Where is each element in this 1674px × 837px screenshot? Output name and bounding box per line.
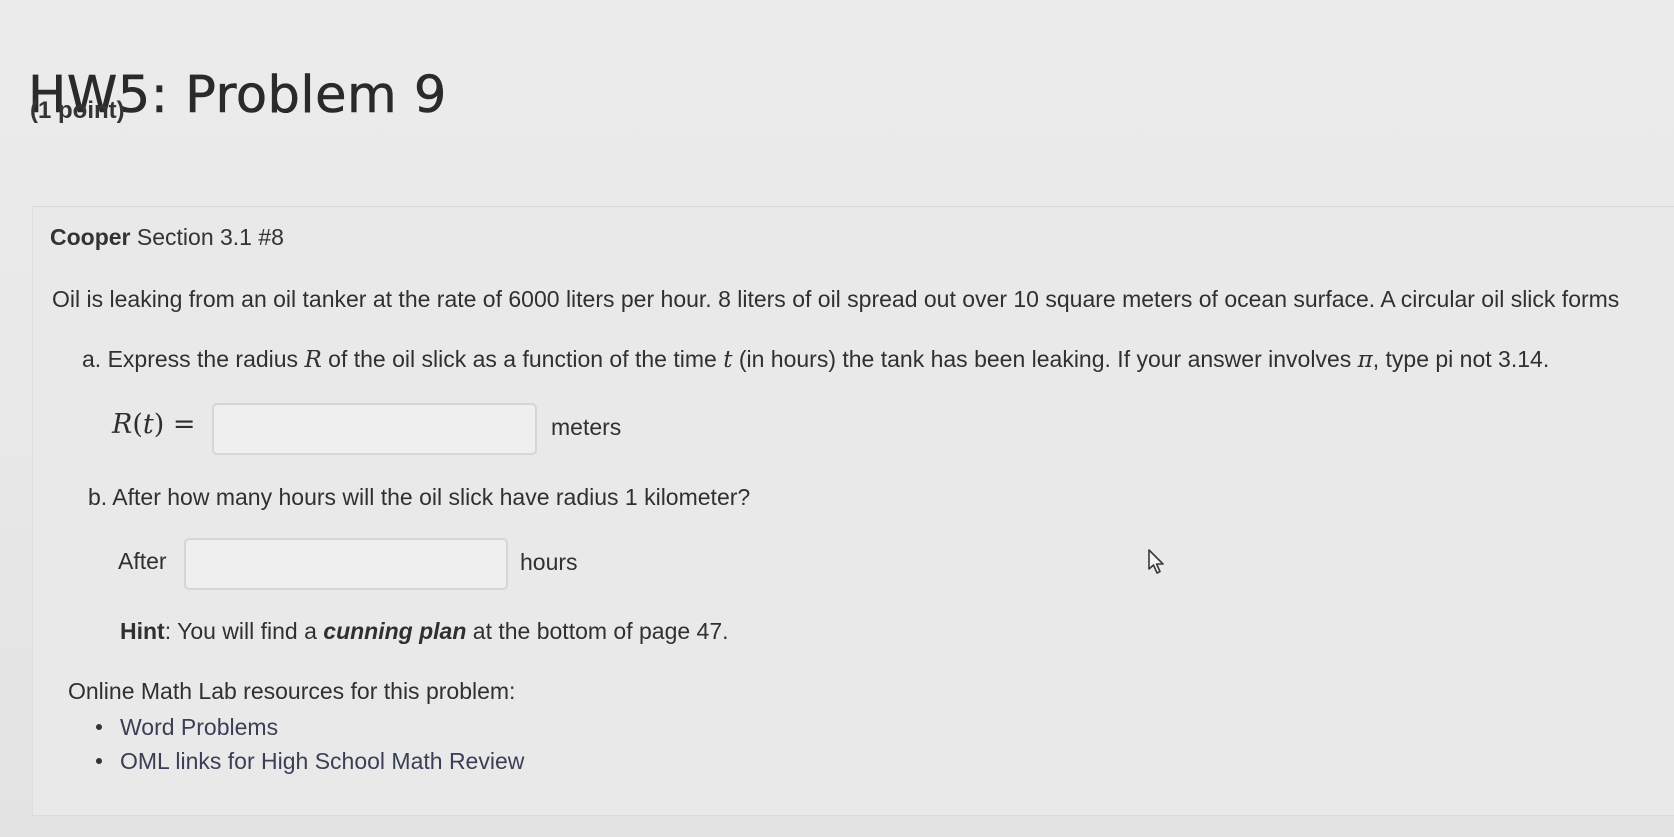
- mouse-pointer-icon: [1148, 549, 1164, 574]
- source-section: Section 3.1 #8: [130, 224, 284, 250]
- source-author: Cooper: [50, 224, 131, 250]
- radius-function-label: R(t) =: [112, 409, 196, 440]
- unit-hours: hours: [520, 549, 578, 575]
- link-oml-high-school-review[interactable]: OML links for High School Math Review: [120, 748, 524, 775]
- hours-answer-input[interactable]: [184, 538, 508, 590]
- hint-text: Hint: You will find a cunning plan at th…: [120, 618, 729, 645]
- list-item: Word Problems: [92, 710, 524, 744]
- link-word-problems[interactable]: Word Problems: [120, 714, 278, 741]
- unit-meters: meters: [551, 414, 622, 440]
- pi-symbol: π: [1357, 347, 1373, 373]
- hint-label: Hint: [120, 618, 165, 644]
- bullet-icon: [96, 758, 102, 764]
- after-label: After: [118, 548, 167, 574]
- resources-intro: Online Math Lab resources for this probl…: [68, 678, 516, 704]
- hint-emphasis: cunning plan: [323, 618, 467, 644]
- radius-answer-input[interactable]: [212, 403, 537, 455]
- var-r: R: [304, 347, 322, 373]
- problem-source: Cooper Section 3.1 #8: [50, 224, 284, 251]
- part-a-text: a. Express the radius: [82, 346, 305, 372]
- list-item: OML links for High School Math Review: [92, 744, 524, 778]
- part-b-question: b. After how many hours will the oil sli…: [88, 484, 751, 510]
- paren-close-equals: ) =: [153, 409, 196, 440]
- part-a-question: a. Express the radius R of the oil slick…: [82, 346, 1549, 373]
- part-a-text: of the oil slick as a function of the ti…: [321, 346, 724, 372]
- func-var: t: [142, 409, 154, 440]
- hint-body: : You will find a: [164, 618, 324, 644]
- resource-list: Word Problems OML links for High School …: [92, 710, 524, 778]
- problem-statement: Oil is leaking from an oil tanker at the…: [52, 286, 1620, 312]
- paren-open: (: [132, 409, 143, 440]
- hint-body: at the bottom of page 47.: [466, 618, 729, 644]
- part-a-text: , type pi not 3.14.: [1372, 346, 1550, 372]
- point-value: (1 point): [30, 97, 125, 124]
- part-a-text: (in hours) the tank has been leaking. If…: [732, 346, 1358, 372]
- bullet-icon: [96, 724, 102, 730]
- func-name: R: [112, 409, 133, 440]
